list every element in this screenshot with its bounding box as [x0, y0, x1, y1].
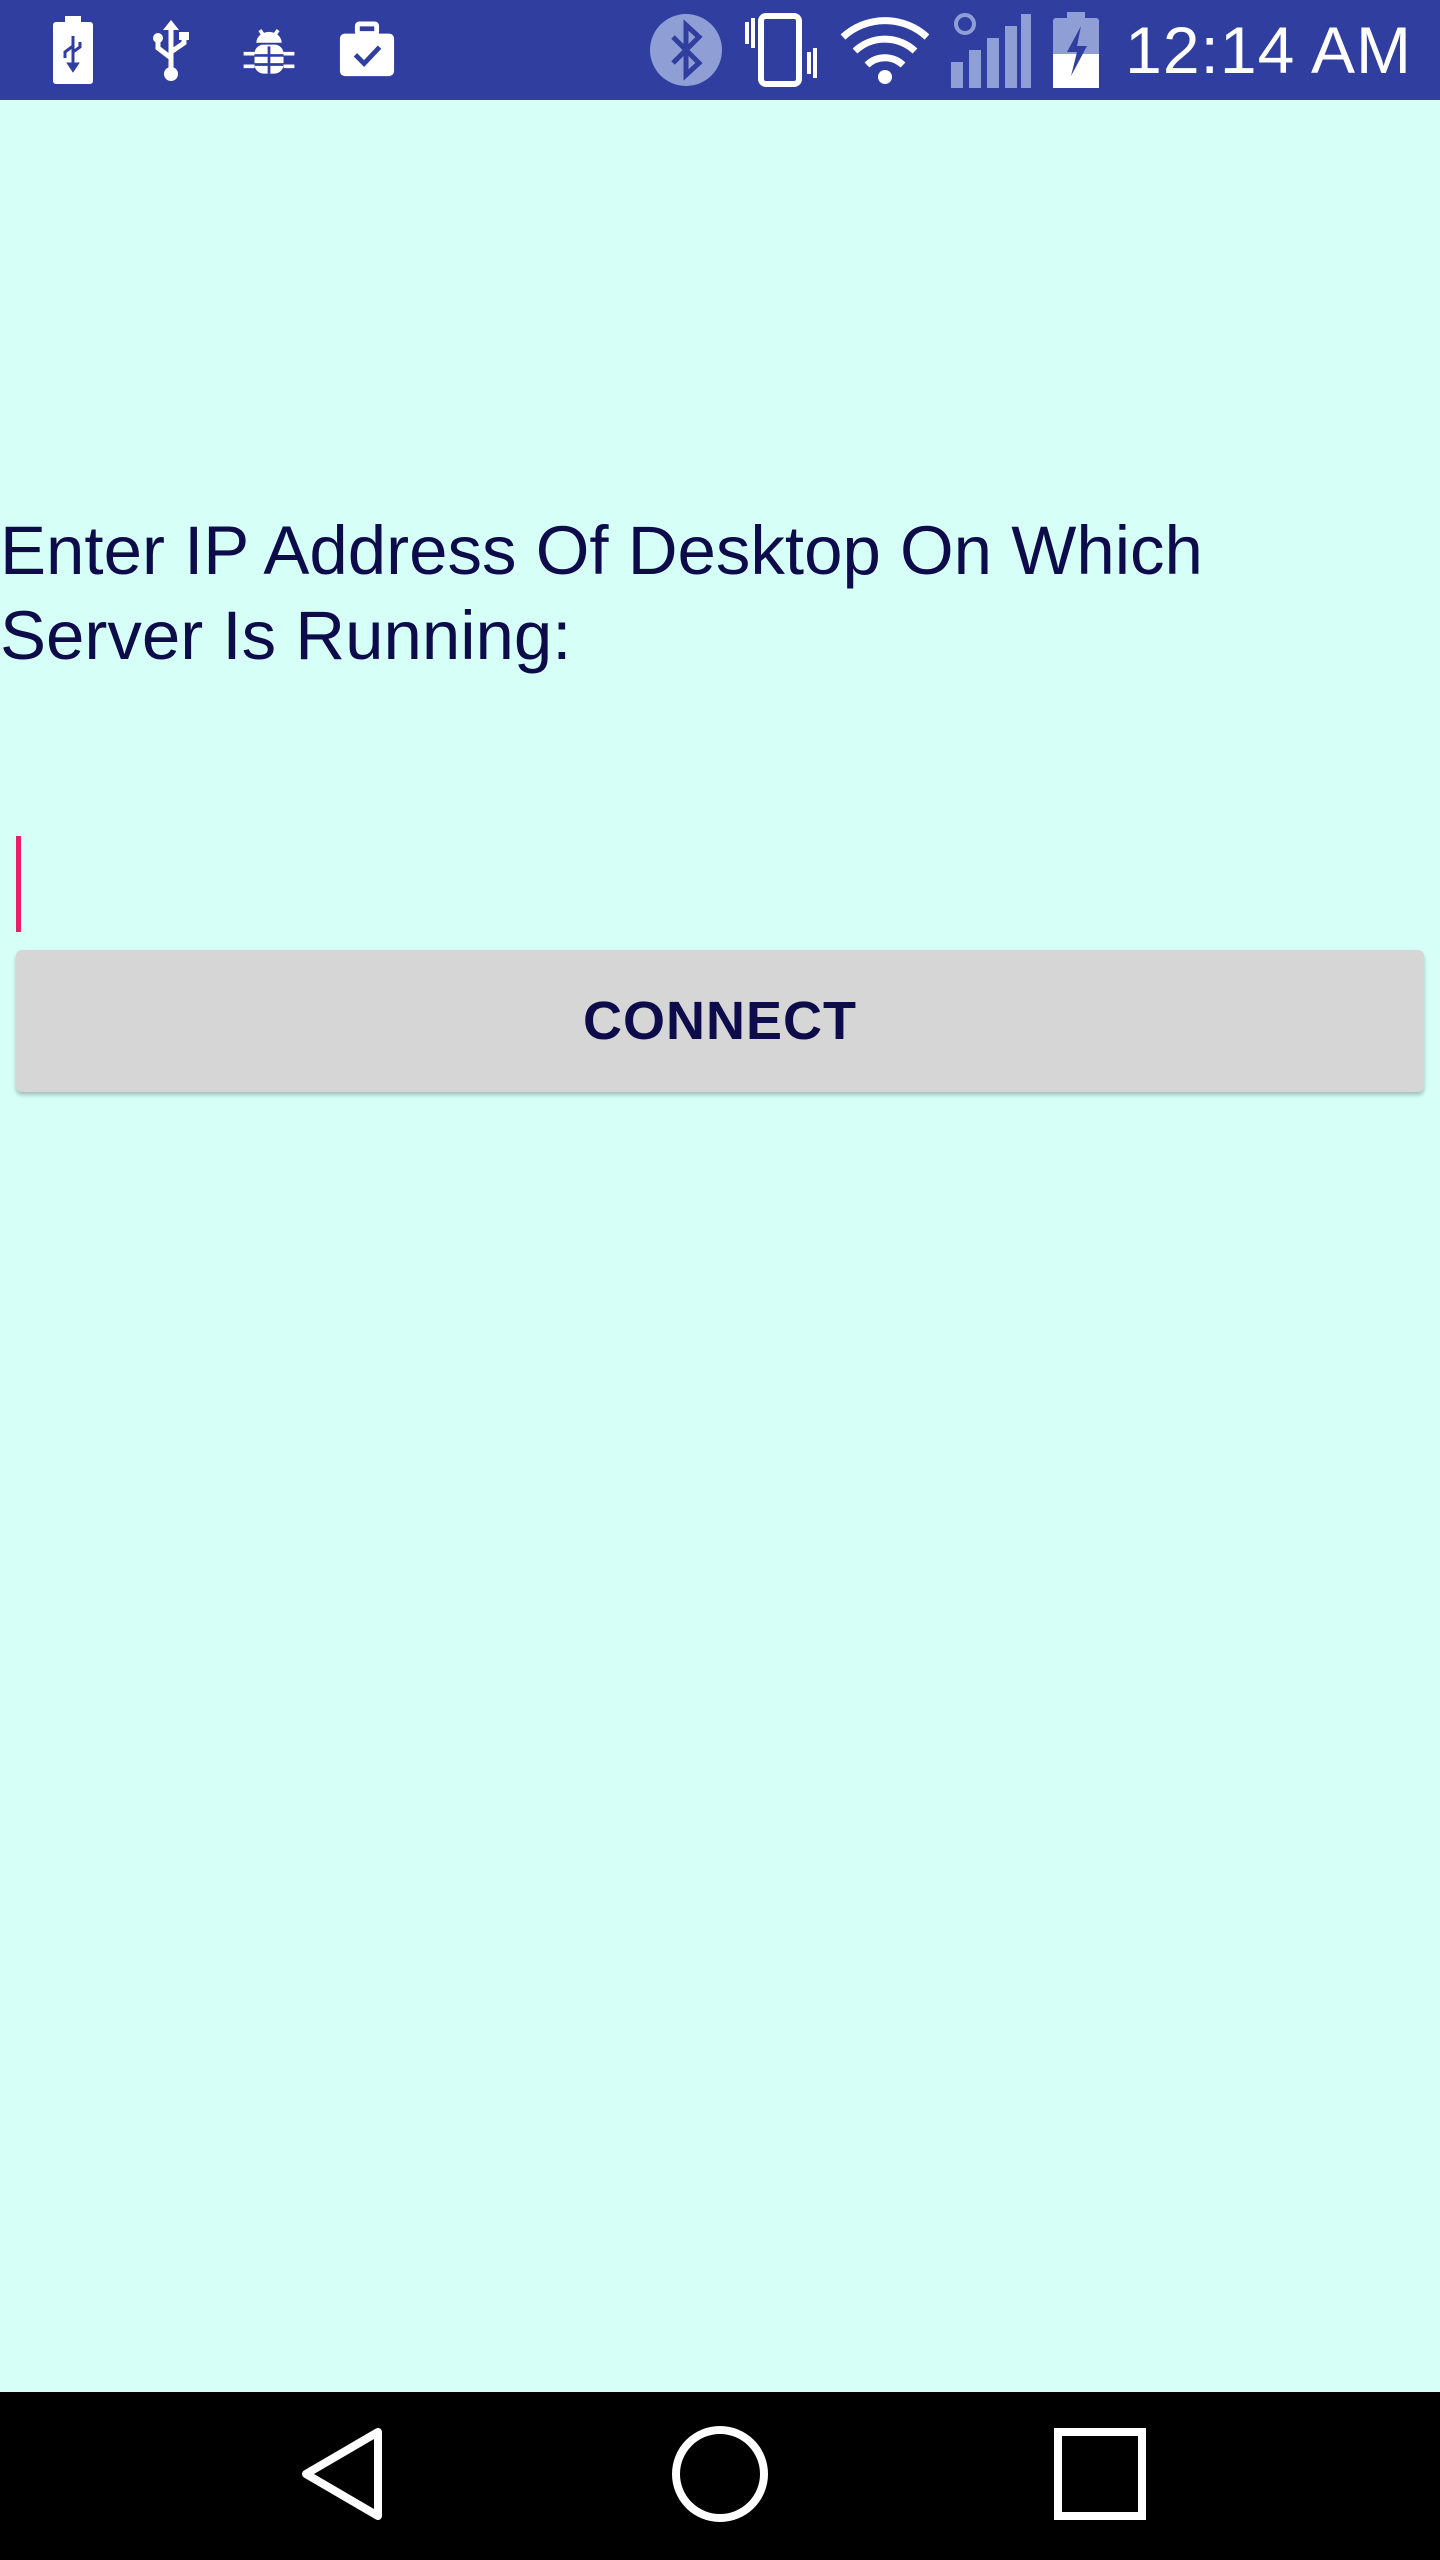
usb-icon	[142, 18, 200, 82]
text-cursor	[16, 836, 21, 932]
status-time: 12:14 AM	[1125, 13, 1412, 87]
ip-address-prompt: Enter IP Address Of Desktop On Which Ser…	[0, 512, 1203, 674]
home-button[interactable]	[660, 2416, 780, 2536]
battery-usb-icon	[44, 16, 102, 84]
bug-icon	[240, 18, 298, 82]
connect-button[interactable]: CONNECT	[16, 950, 1424, 1092]
back-button[interactable]	[282, 2416, 402, 2536]
vibrate-icon	[741, 10, 821, 90]
system-icons: 12:14 AM	[649, 0, 1412, 100]
recents-button[interactable]	[1040, 2416, 1160, 2536]
home-icon	[670, 2424, 770, 2529]
briefcase-check-icon	[338, 18, 396, 82]
main-content: Enter IP Address Of Desktop On Which Ser…	[0, 100, 1440, 2392]
navigation-bar	[0, 2392, 1440, 2560]
wifi-icon	[839, 10, 931, 90]
cell-signal-icon	[949, 10, 1033, 90]
notification-icons	[44, 0, 396, 100]
battery-charging-icon	[1051, 10, 1101, 90]
ip-address-input[interactable]	[16, 728, 1424, 964]
recents-icon	[1050, 2424, 1150, 2529]
bluetooth-icon	[649, 10, 723, 90]
status-bar: 12:14 AM	[0, 0, 1440, 100]
back-icon	[292, 2424, 392, 2529]
ip-input-container[interactable]	[16, 728, 1424, 972]
